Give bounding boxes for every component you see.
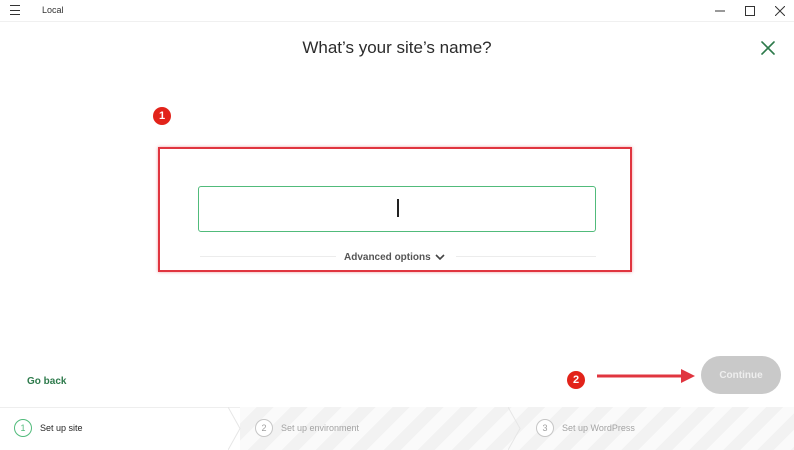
app-title: Local	[42, 5, 64, 15]
maximize-icon	[745, 6, 755, 16]
arrow-right-icon	[597, 369, 695, 383]
hamburger-menu-icon[interactable]	[10, 5, 20, 15]
maximize-button[interactable]	[734, 0, 766, 22]
minimize-icon	[715, 10, 725, 12]
close-x-icon[interactable]	[760, 40, 776, 56]
step-set-up-site: 1 Set up site	[14, 419, 83, 437]
close-window-button[interactable]	[764, 0, 794, 22]
divider-right	[456, 256, 596, 257]
minimize-button[interactable]	[704, 0, 736, 22]
go-back-link[interactable]: Go back	[27, 376, 66, 387]
step-number-1: 1	[14, 419, 32, 437]
step-set-up-environment: 2 Set up environment	[255, 419, 359, 437]
step-label-1: Set up site	[40, 423, 83, 433]
advanced-options-label: Advanced options	[344, 251, 431, 263]
callout-badge-1: 1	[153, 107, 171, 125]
divider-left	[200, 256, 336, 257]
step-separator-2	[508, 407, 521, 450]
chevron-down-icon	[435, 254, 445, 260]
step-separator-1	[228, 407, 241, 450]
callout-badge-2: 2	[567, 371, 585, 389]
step-label-3: Set up WordPress	[562, 423, 635, 433]
continue-button[interactable]: Continue	[701, 356, 781, 394]
advanced-options-toggle[interactable]: Advanced options	[344, 250, 445, 264]
step-number-3: 3	[536, 419, 554, 437]
page-title: What’s your site’s name?	[302, 38, 492, 57]
close-window-icon	[775, 6, 785, 16]
step-label-2: Set up environment	[281, 423, 360, 433]
step-set-up-wordpress: 3 Set up WordPress	[536, 419, 635, 437]
step-number-2: 2	[255, 419, 273, 437]
title-bar: Local	[0, 0, 794, 22]
text-caret	[397, 199, 399, 217]
